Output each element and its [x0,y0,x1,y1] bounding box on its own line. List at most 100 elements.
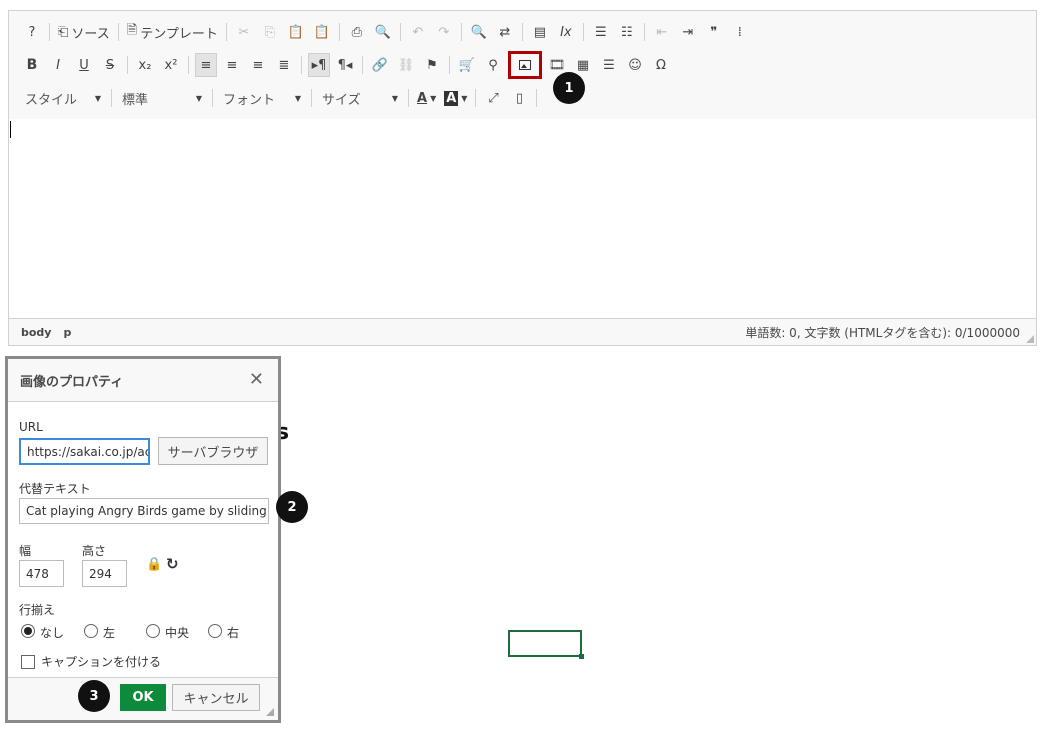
bg-color-button[interactable]: A ▼ [442,86,469,110]
alt-text-input[interactable]: Cat playing Angry Birds game by sliding … [19,498,269,524]
show-blocks-button[interactable]: ▯ [508,86,530,110]
font-combo[interactable]: フォント ▼ [217,86,307,110]
dialog-resize-icon[interactable] [266,708,274,716]
cart-button[interactable]: 🛒 [456,53,478,77]
align-left-radio[interactable] [84,624,98,638]
bold-button[interactable]: B [21,53,43,77]
cut-icon: ✂ [238,24,250,40]
bold-icon: B [26,57,38,73]
link-button[interactable]: 🔗 [369,53,391,77]
select-all-button[interactable]: ▤ [529,20,551,44]
path-item-p[interactable]: p [63,326,71,339]
superscript-button[interactable]: x² [160,53,182,77]
source-button-button[interactable]: ⎗ ソース [56,20,112,44]
subscript-button[interactable]: x₂ [134,53,156,77]
numbered-list-button[interactable]: ☰ [590,20,612,44]
italic-button[interactable]: I [47,53,69,77]
blockquote-button[interactable]: ❞ [703,20,725,44]
align-right-button[interactable]: ≡ [247,53,269,77]
image-button[interactable] [508,51,542,79]
format-combo[interactable]: 標準 ▼ [116,86,208,110]
indent-icon: ⇥ [682,24,694,40]
cancel-button[interactable]: キャンセル [172,684,260,711]
ok-button[interactable]: OK [120,684,166,711]
unlink-button[interactable]: ⛓ [395,53,417,77]
editor-content-area[interactable] [9,119,1036,319]
text-color-button[interactable]: A ▼ [415,86,438,110]
smiley-button[interactable]: ☺ [624,53,646,77]
div-button[interactable]: ⁞ [729,20,751,44]
lock-ratio-icon[interactable]: 🔒 [146,557,162,572]
horizontal-rule-button[interactable]: ☰ [598,53,620,77]
alt-text-label: 代替テキスト [19,482,91,496]
toolbar-separator [338,23,340,41]
style-combo-label: スタイル [25,92,78,108]
align-right-label: 右 [227,626,240,640]
close-icon[interactable]: ✕ [249,369,264,390]
find-button[interactable]: 🔍 [468,20,490,44]
chevron-down-icon: ▼ [294,93,301,103]
width-input[interactable]: 478 [19,560,64,587]
toolbar-separator [449,56,450,74]
toolbar-separator [399,23,401,41]
remove-format-button[interactable]: Ix [555,20,577,44]
bulleted-list-button[interactable]: ☷ [616,20,638,44]
font-combo-label: フォント [223,92,276,108]
align-label: 行揃え [19,603,56,617]
pin-button[interactable]: ⚲ [482,53,504,77]
redo-button[interactable]: ↷ [433,20,455,44]
preview-button[interactable]: 🔍 [372,20,394,44]
align-center-label: 中央 [165,626,190,640]
align-none-radio[interactable] [21,624,35,638]
print-button[interactable]: ⎙ [346,20,368,44]
toolbar-row-1: ? ⎗ ソース 🗎 テンプレート ✂ ⎘ 📋 📋 ⎙ 🔍 ↶ ↷ 🔍 ⇄ ▤ Ix ☰ ☷ ⇤ ⇥ ❞ ⁞ [19,18,753,46]
toolbar-separator [225,23,227,41]
resize-handle-icon[interactable] [1026,335,1034,343]
server-browser-button[interactable]: サーバブラウザ [158,437,268,465]
dialog-footer: OK キャンセル [8,677,278,720]
align-left-button[interactable]: ≡ [195,53,217,77]
cut-button[interactable]: ✂ [233,20,255,44]
help-button[interactable]: ? [21,20,43,44]
align-justify-button[interactable]: ≣ [273,53,295,77]
template-button: 🗎 [126,23,138,38]
paste-text-button[interactable]: 📋 [311,20,333,44]
numbered-list-icon: ☰ [595,24,607,40]
chevron-down-icon: ▼ [195,93,202,103]
copy-button[interactable]: ⎘ [259,20,281,44]
paste-button[interactable]: 📋 [285,20,307,44]
template-button-button[interactable]: 🗎 テンプレート [125,20,220,44]
strikethrough-button[interactable]: S [99,53,121,77]
text-caret [10,121,11,138]
image-icon [519,60,531,70]
ltr-button[interactable]: ▸¶ [308,53,330,77]
toolbar-separator [521,23,523,41]
step-badge-1: 1 [553,72,585,104]
path-item-body[interactable]: body [21,326,51,339]
height-input[interactable]: 294 [82,560,127,587]
style-combo[interactable]: スタイル ▼ [19,86,107,110]
url-input[interactable]: https://sakai.co.jp/acc [19,438,150,465]
maximize-button[interactable]: ⤢ [482,86,504,110]
reset-size-icon[interactable]: ↻ [166,555,179,573]
align-center-button[interactable]: ≡ [221,53,243,77]
caption-checkbox[interactable] [21,655,35,669]
selected-cell-outline [508,630,584,659]
help-icon: ? [28,24,36,40]
cart-icon: 🛒 [458,57,476,73]
align-right-radio[interactable] [208,624,222,638]
undo-button[interactable]: ↶ [407,20,429,44]
indent-button[interactable]: ⇥ [677,20,699,44]
bulleted-list-icon: ☷ [621,24,633,40]
replace-button[interactable]: ⇄ [494,20,516,44]
size-combo[interactable]: サイズ ▼ [316,86,404,110]
rtl-button[interactable]: ¶◂ [334,53,356,77]
omega-button[interactable]: Ω [650,53,672,77]
outdent-button[interactable]: ⇤ [651,20,673,44]
anchor-flag-button[interactable]: ⚑ [421,53,443,77]
smiley-icon: ☺ [628,57,642,73]
align-center-radio[interactable] [146,624,160,638]
underline-button[interactable]: U [73,53,95,77]
toolbar-separator [301,56,302,74]
omega-icon: Ω [656,57,666,73]
